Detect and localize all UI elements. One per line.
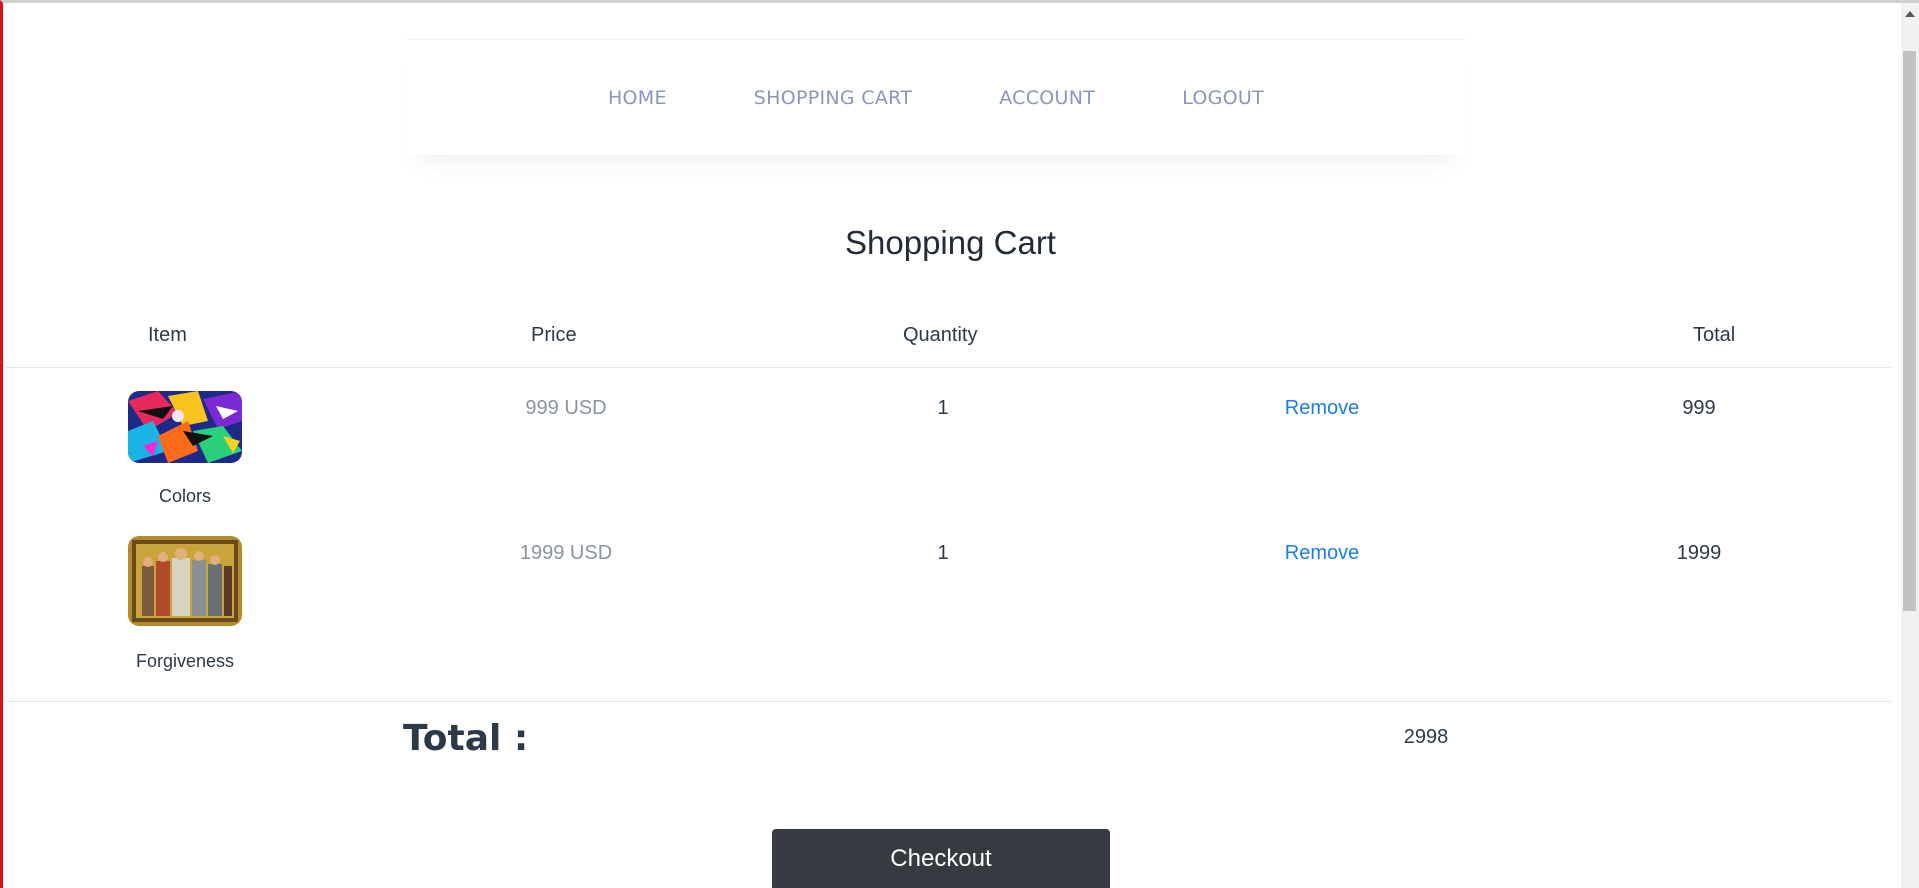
page-content: HOME SHOPPING CART ACCOUNT LOGOUT Shoppi… [6, 6, 1904, 888]
row-total: 999 [1682, 397, 1716, 419]
mosaic-forgiveness-thumbnail-icon [128, 536, 242, 626]
column-header-quantity: Quantity [903, 324, 978, 346]
footer-divider [6, 701, 1891, 702]
row-total: 1999 [1676, 542, 1722, 564]
product-image-colors[interactable] [128, 391, 242, 463]
product-image-forgiveness[interactable] [128, 536, 242, 626]
scrollbar-thumb[interactable] [1903, 51, 1916, 611]
product-price: 999 USD [525, 397, 607, 419]
remove-button[interactable]: Remove [1242, 397, 1402, 420]
page-title: Shopping Cart [845, 224, 1056, 261]
nav-account-link[interactable]: ACCOUNT [999, 87, 1095, 109]
product-name: Colors [158, 486, 211, 506]
abstract-colors-painting-thumbnail-icon [128, 391, 242, 463]
product-name: Forgiveness [135, 651, 235, 671]
nav-home-link[interactable]: HOME [608, 87, 667, 109]
nav-shopping-cart-link[interactable]: SHOPPING CART [754, 87, 912, 109]
vertical-scrollbar[interactable] [1901, 3, 1919, 888]
top-navigation: HOME SHOPPING CART ACCOUNT LOGOUT [406, 39, 1466, 155]
browser-viewport: HOME SHOPPING CART ACCOUNT LOGOUT Shoppi… [0, 0, 1919, 888]
checkout-button[interactable]: Checkout [772, 829, 1110, 888]
remove-button[interactable]: Remove [1242, 542, 1402, 565]
column-header-total: Total [1693, 324, 1736, 346]
product-price: 1999 USD [519, 542, 613, 564]
product-quantity: 1 [937, 397, 949, 419]
header-divider [6, 367, 1891, 368]
product-quantity: 1 [937, 542, 949, 564]
column-header-item: Item [148, 324, 187, 346]
scroll-up-arrow-icon[interactable] [1905, 11, 1915, 17]
cart-total-label: Total : [403, 718, 529, 759]
nav-logout-link[interactable]: LOGOUT [1182, 87, 1264, 109]
cart-total-value: 2998 [1403, 726, 1449, 748]
nav-bar: HOME SHOPPING CART ACCOUNT LOGOUT [406, 40, 1466, 155]
column-header-price: Price [531, 324, 577, 346]
